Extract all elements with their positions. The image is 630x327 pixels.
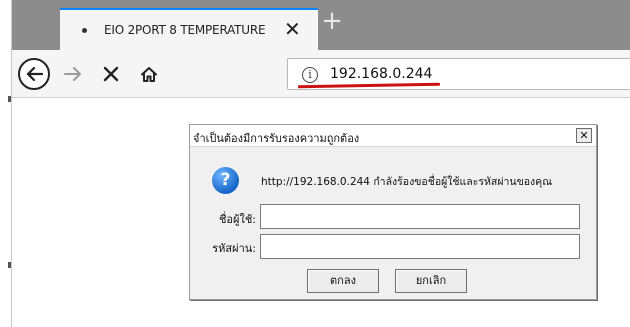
url-text[interactable]: 192.168.0.244 — [330, 66, 432, 82]
active-tab[interactable]: EIO 2PORT 8 TEMPERATURE ✕ — [60, 8, 318, 50]
stop-icon — [103, 66, 119, 82]
question-icon: ? — [212, 167, 239, 194]
left-window-edge — [0, 0, 12, 327]
edge-marker — [8, 262, 11, 268]
username-input[interactable] — [260, 204, 580, 229]
dialog-titlebar: จำเป็นต้องมีการรับรองความถูกต้อง ✕ — [190, 125, 596, 147]
tab-close-button[interactable]: ✕ — [284, 19, 301, 39]
home-button[interactable] — [136, 59, 162, 89]
cancel-button[interactable]: ยกเลิก — [395, 269, 467, 293]
browser-window: EIO 2PORT 8 TEMPERATURE ✕ + i 192.168.0.… — [0, 0, 630, 327]
forward-arrow-icon — [64, 67, 81, 81]
home-icon — [141, 66, 157, 82]
dialog-title: จำเป็นต้องมีการรับรองความถูกต้อง — [193, 132, 360, 145]
tab-title: EIO 2PORT 8 TEMPERATURE — [104, 23, 266, 37]
forward-button[interactable] — [60, 59, 86, 89]
back-button[interactable] — [18, 58, 50, 90]
dialog-close-button[interactable]: ✕ — [576, 128, 592, 143]
navigation-toolbar: i 192.168.0.244 — [12, 50, 630, 98]
back-arrow-icon — [26, 66, 43, 82]
password-input[interactable] — [260, 234, 580, 259]
site-info-icon[interactable]: i — [302, 67, 318, 83]
username-label: ชื่อผู้ใช้: — [218, 213, 256, 226]
dialog-message: http://192.168.0.244 กำลังร้องขอชื่อผู้ใ… — [261, 176, 552, 188]
edge-marker — [8, 96, 11, 102]
auth-dialog: จำเป็นต้องมีการรับรองความถูกต้อง ✕ ? htt… — [189, 124, 597, 300]
password-label: รหัสผ่าน: — [212, 242, 256, 255]
ok-button[interactable]: ตกลง — [307, 269, 379, 293]
stop-button[interactable] — [98, 59, 124, 89]
new-tab-button[interactable]: + — [320, 8, 344, 34]
tab-strip: EIO 2PORT 8 TEMPERATURE ✕ + — [12, 0, 630, 50]
tab-loading-dot-icon — [82, 28, 87, 33]
